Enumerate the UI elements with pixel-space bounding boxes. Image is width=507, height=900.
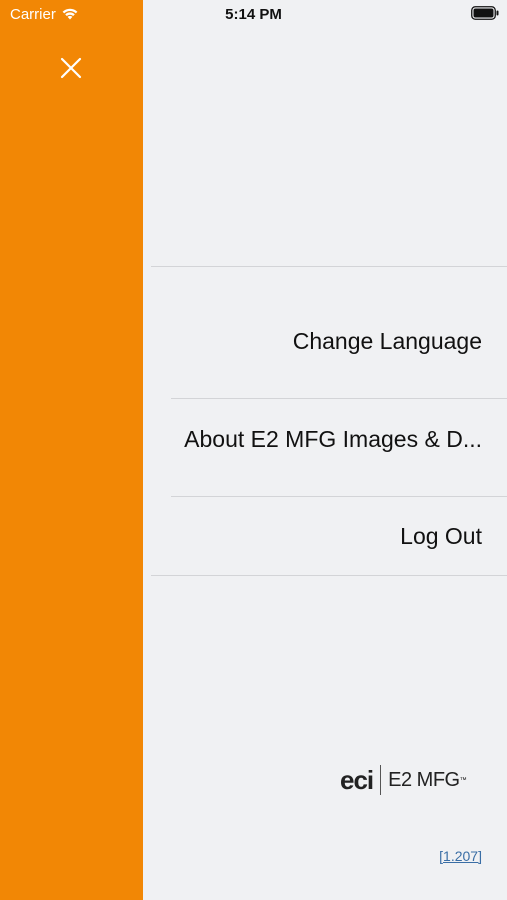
close-button[interactable]	[57, 54, 85, 82]
menu-item-label: Log Out	[400, 522, 482, 549]
logo-separator	[380, 765, 382, 795]
side-panel	[0, 0, 143, 900]
menu-top-divider	[151, 266, 507, 267]
version-link[interactable]: [1.207]	[380, 848, 482, 864]
logo-brand: eci	[340, 764, 374, 795]
menu-bottom-divider	[151, 575, 507, 576]
battery-icon	[471, 6, 499, 20]
status-bar: Carrier 5:14 PM	[0, 0, 507, 28]
menu-item-log-out[interactable]: Log Out	[171, 491, 482, 581]
close-icon	[60, 57, 82, 79]
menu-item-label: About E2 MFG Images & D...	[184, 425, 482, 452]
menu-item-about[interactable]: About E2 MFG Images & D...	[171, 394, 482, 484]
menu-item-change-language[interactable]: Change Language	[171, 296, 482, 386]
status-time: 5:14 PM	[225, 6, 282, 23]
company-logo: eci E2 MFG ™	[340, 762, 470, 798]
menu-item-label: Change Language	[292, 327, 482, 354]
logo-trademark: ™	[459, 776, 467, 784]
logo-product: E2 MFG	[388, 768, 460, 791]
